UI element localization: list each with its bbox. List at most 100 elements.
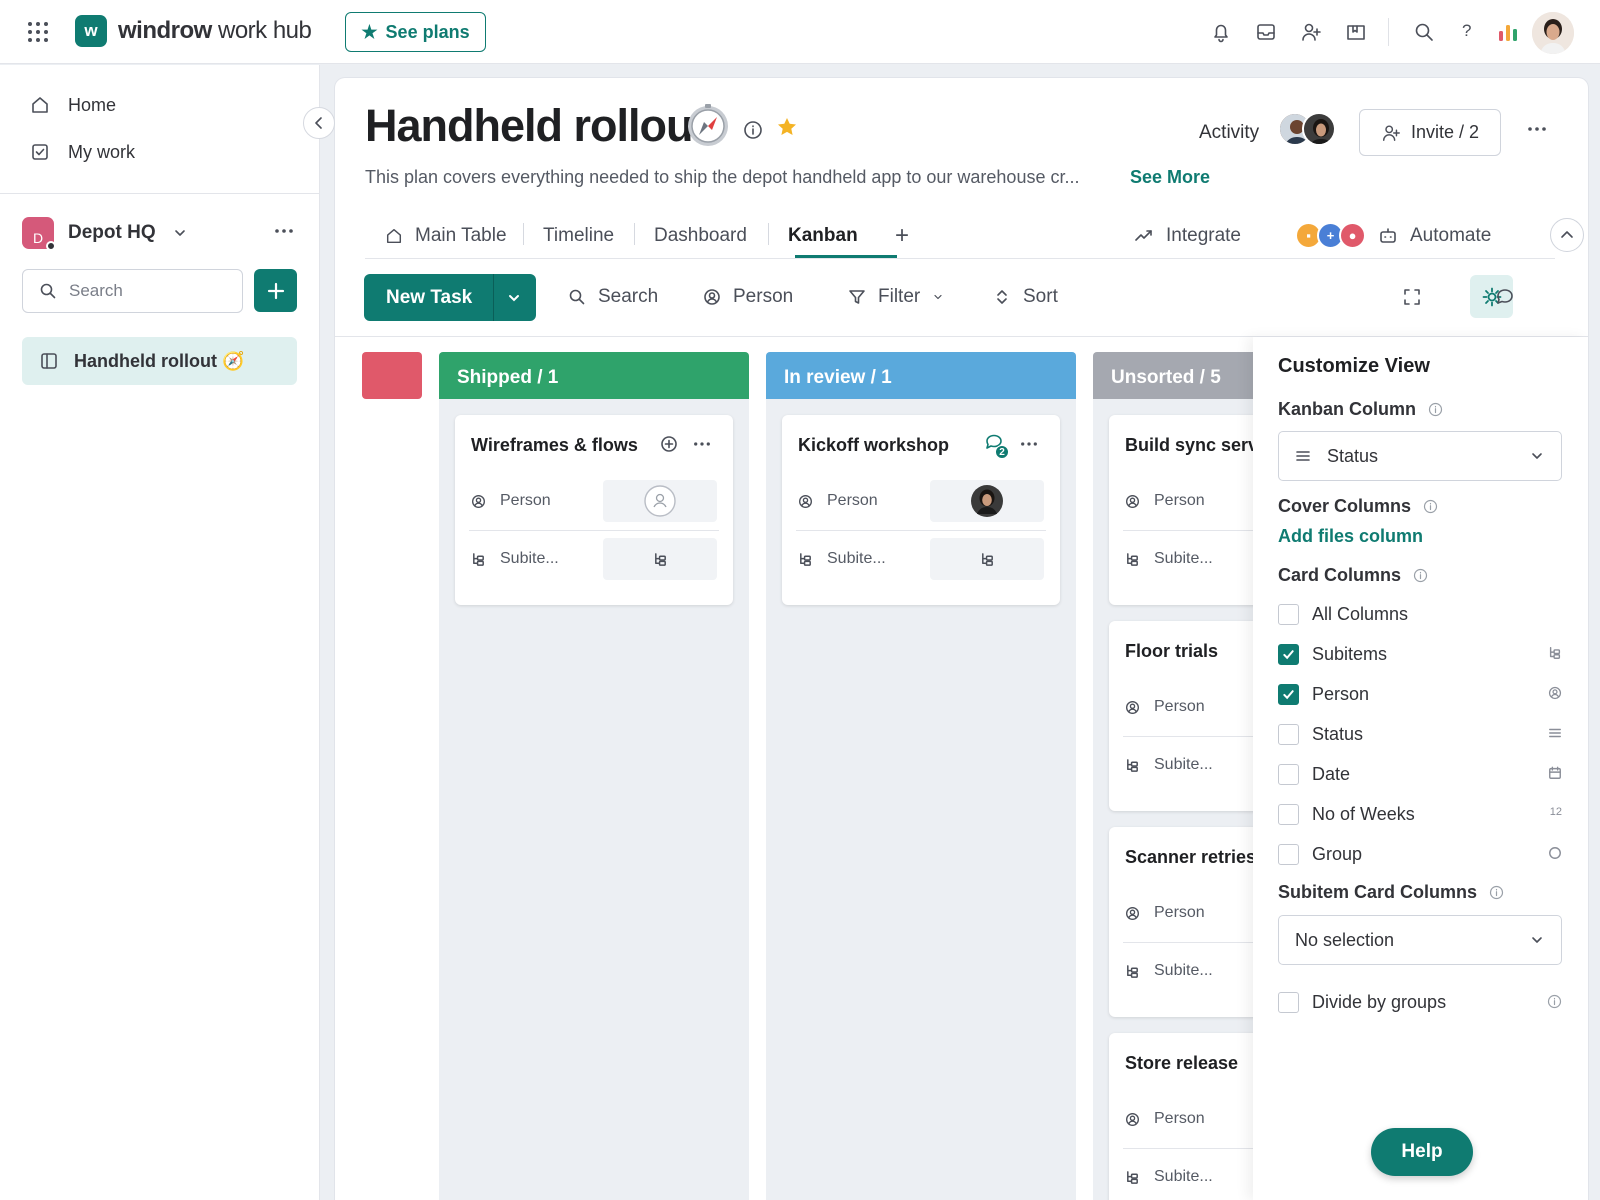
- card-more-icon[interactable]: [693, 441, 711, 447]
- card-column-all-columns[interactable]: All Columns: [1278, 599, 1562, 629]
- kanban-column-shipped: Shipped / 1 Wireframes & flows Person Su…: [439, 352, 749, 1200]
- board-title[interactable]: Handheld rollout: [365, 100, 707, 152]
- sidebar-search-input[interactable]: Search: [22, 269, 243, 313]
- info-icon[interactable]: [1413, 568, 1428, 583]
- tab-kanban[interactable]: Kanban: [788, 213, 858, 259]
- favorite-star-icon[interactable]: [776, 116, 798, 138]
- field-label: Person: [1154, 1110, 1205, 1127]
- assignee-avatar: [971, 485, 1003, 517]
- tab-timeline[interactable]: Timeline: [543, 213, 614, 259]
- sort-button[interactable]: Sort: [993, 282, 1058, 312]
- info-icon[interactable]: [743, 120, 763, 140]
- chevron-down-icon[interactable]: [506, 290, 522, 306]
- apps-marketplace-icon[interactable]: [1345, 21, 1367, 43]
- nav-home[interactable]: Home: [30, 91, 116, 119]
- help-button[interactable]: Help: [1371, 1128, 1473, 1176]
- collapse-sidebar-button[interactable]: [303, 107, 335, 139]
- card-title[interactable]: Floor trials: [1125, 641, 1218, 662]
- add-files-column-link[interactable]: Add files column: [1278, 526, 1423, 547]
- comment-icon[interactable]: [1495, 287, 1515, 307]
- checkbox-checked[interactable]: [1278, 643, 1299, 665]
- app-grid-icon[interactable]: [27, 21, 49, 43]
- search-button[interactable]: Search: [568, 282, 658, 312]
- card-column-subitems[interactable]: Subitems: [1278, 639, 1562, 669]
- kanban-card[interactable]: Kickoff workshop 2 Person Subite...: [782, 415, 1060, 605]
- card-column-person[interactable]: Person: [1278, 679, 1562, 709]
- card-column-no-of-weeks[interactable]: No of Weeks 12: [1278, 799, 1562, 829]
- info-icon[interactable]: [1489, 885, 1504, 900]
- info-icon[interactable]: [1423, 499, 1438, 514]
- workspace-more-icon[interactable]: [274, 228, 294, 234]
- person-cell[interactable]: [603, 480, 717, 522]
- card-column-date[interactable]: Date: [1278, 759, 1562, 789]
- tab-dashboard[interactable]: Dashboard: [654, 213, 747, 259]
- card-title[interactable]: Scanner retries: [1125, 847, 1256, 868]
- person-cell[interactable]: [930, 480, 1044, 522]
- filter-button[interactable]: Filter: [848, 282, 944, 312]
- divide-by-groups-toggle[interactable]: Divide by groups: [1278, 987, 1562, 1017]
- numbers-icon: 12: [1549, 806, 1562, 818]
- info-icon[interactable]: [1547, 994, 1562, 1009]
- add-view-button[interactable]: +: [895, 213, 909, 259]
- subitem-card-columns-select[interactable]: No selection: [1278, 915, 1562, 965]
- checkbox[interactable]: [1278, 843, 1299, 865]
- kanban-column-select[interactable]: Status: [1278, 431, 1562, 481]
- add-board-button[interactable]: [254, 269, 297, 312]
- info-icon[interactable]: [1428, 402, 1443, 417]
- sidebar-item-handheld-rollout[interactable]: Handheld rollout 🧭: [22, 337, 297, 385]
- board-more-icon[interactable]: [1527, 126, 1547, 132]
- board-description: This plan covers everything needed to sh…: [365, 167, 1080, 187]
- comment-count-icon[interactable]: 2: [984, 433, 1010, 459]
- card-column-status[interactable]: Status: [1278, 719, 1562, 749]
- add-update-icon[interactable]: [660, 435, 678, 453]
- checkbox[interactable]: [1278, 803, 1299, 825]
- invite-member-icon[interactable]: [1300, 21, 1322, 43]
- see-plans-button[interactable]: ★ See plans: [345, 12, 486, 52]
- see-more-link[interactable]: See More: [1130, 167, 1210, 188]
- person-icon: [1126, 494, 1139, 508]
- collapsed-group[interactable]: [362, 352, 422, 399]
- checkbox[interactable]: [1278, 991, 1299, 1013]
- help-question-icon[interactable]: ?: [1462, 21, 1471, 41]
- search-icon[interactable]: [1413, 21, 1435, 43]
- column-label: In review / 1: [784, 367, 892, 388]
- subitems-cell[interactable]: [603, 538, 717, 580]
- member-avatar[interactable]: [1302, 112, 1336, 146]
- plus-icon: [267, 282, 284, 299]
- automate-button[interactable]: Automate: [1378, 213, 1491, 259]
- label-text: Card Columns: [1278, 565, 1402, 585]
- card-column-group[interactable]: Group: [1278, 839, 1562, 869]
- inbox-icon[interactable]: [1255, 21, 1277, 43]
- workspace-name[interactable]: Depot HQ: [68, 222, 156, 244]
- checkbox[interactable]: [1278, 763, 1299, 785]
- fullscreen-icon[interactable]: [1402, 287, 1422, 307]
- invite-label: Invite / 2: [1410, 122, 1480, 142]
- card-columns-label: Card Columns: [1278, 565, 1428, 586]
- brand-name: windrow work hub: [118, 17, 312, 44]
- card-title[interactable]: Kickoff workshop: [798, 435, 949, 456]
- card-more-icon[interactable]: [1020, 441, 1038, 447]
- column-header[interactable]: Shipped / 1: [439, 352, 749, 399]
- chevron-down-icon[interactable]: [172, 225, 188, 241]
- colorful-chart-icon[interactable]: [1497, 21, 1519, 43]
- new-task-button[interactable]: New Task: [364, 274, 536, 321]
- collapse-header-button[interactable]: [1550, 218, 1584, 252]
- person-icon: [1126, 906, 1139, 920]
- user-avatar[interactable]: [1532, 12, 1574, 54]
- activity-link[interactable]: Activity: [1199, 122, 1259, 144]
- kanban-card[interactable]: Wireframes & flows Person Subite...: [455, 415, 733, 605]
- checkbox[interactable]: [1278, 603, 1299, 625]
- search-label: Search: [598, 286, 659, 307]
- invite-button[interactable]: Invite / 2: [1359, 109, 1501, 156]
- bell-icon[interactable]: [1210, 21, 1232, 43]
- card-title[interactable]: Wireframes & flows: [471, 435, 638, 456]
- tab-main-table[interactable]: Main Table: [385, 213, 507, 259]
- card-title[interactable]: Store release: [1125, 1053, 1238, 1074]
- nav-my-work[interactable]: My work: [30, 138, 135, 166]
- person-filter-button[interactable]: Person: [703, 282, 793, 312]
- checkbox-checked[interactable]: [1278, 683, 1299, 705]
- integrate-button[interactable]: Integrate: [1134, 213, 1241, 259]
- subitems-cell[interactable]: [930, 538, 1044, 580]
- checkbox[interactable]: [1278, 723, 1299, 745]
- column-header[interactable]: In review / 1: [766, 352, 1076, 399]
